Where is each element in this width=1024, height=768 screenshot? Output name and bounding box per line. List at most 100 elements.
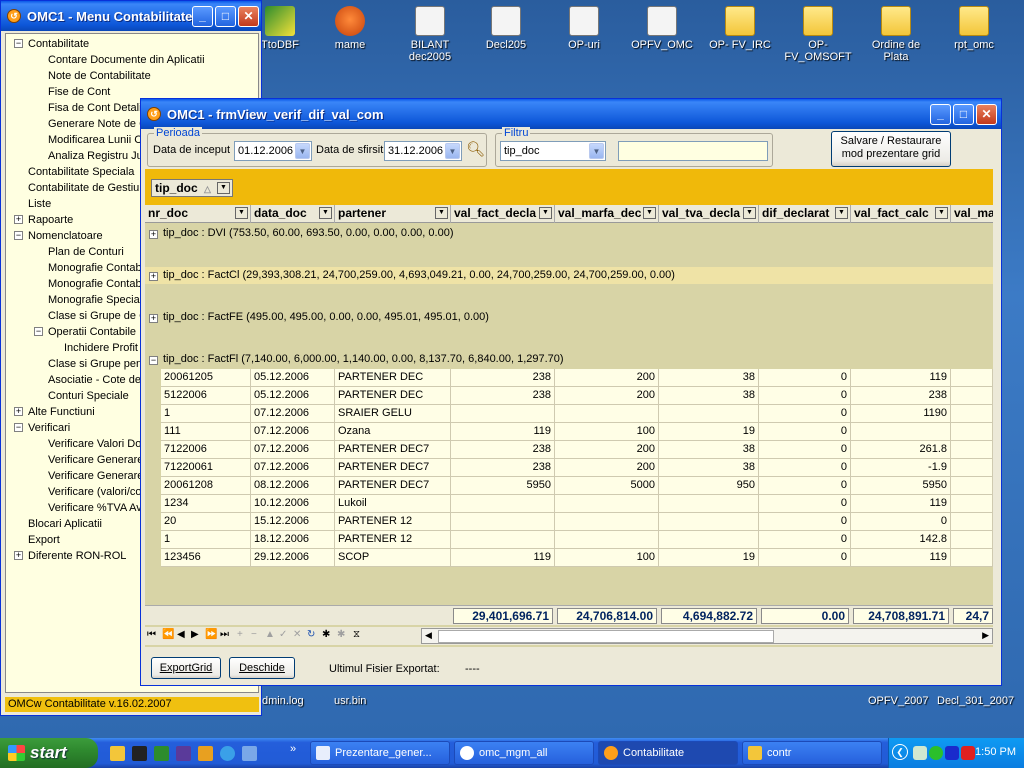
export-grid-button[interactable]: ExportGrid xyxy=(151,657,221,679)
filter-icon[interactable]: ⧖ xyxy=(353,629,360,640)
delete-icon[interactable]: − xyxy=(251,629,257,640)
table-cell[interactable]: 1190 xyxy=(851,405,951,423)
table-cell[interactable]: 200 xyxy=(555,441,659,459)
tree-item[interactable]: Contare Documente din Aplicatii xyxy=(48,53,205,67)
table-cell[interactable]: 29.12.2006 xyxy=(251,549,335,567)
table-cell[interactable]: 950 xyxy=(659,477,759,495)
table-cell[interactable]: 119 xyxy=(851,549,951,567)
table-cell[interactable] xyxy=(951,423,993,441)
column-header[interactable]: partener ▼ xyxy=(335,205,451,223)
menu-window-titlebar[interactable]: ↺ OMC1 - Menu Contabilitate _ □ ✕ xyxy=(1,1,261,31)
tree-item[interactable]: Contabilitate de Gestiune xyxy=(28,181,152,195)
filter-field-select[interactable]: tip_doc ▼ xyxy=(500,141,606,161)
tree-item[interactable]: Monografie Contabila xyxy=(48,261,153,275)
scroll-right-icon[interactable]: ▶ xyxy=(982,630,989,641)
table-cell[interactable]: PARTENER DEC xyxy=(335,387,451,405)
table-row[interactable]: 71220061 07.12.2006 PARTENER DEC7 238 200 38 0… xyxy=(145,459,993,477)
table-cell[interactable] xyxy=(451,495,555,513)
table-cell[interactable] xyxy=(951,459,993,477)
tree-item[interactable]: + Alte Functiuni xyxy=(14,405,95,419)
table-cell[interactable]: 0 xyxy=(759,387,851,405)
post-icon[interactable]: ✓ xyxy=(279,629,287,640)
maximize-button[interactable]: □ xyxy=(953,104,974,125)
table-cell[interactable]: 100 xyxy=(555,423,659,441)
table-row[interactable]: 5122006 05.12.2006 PARTENER DEC 238 200 38 0 23… xyxy=(145,387,993,405)
bookmark-icon[interactable]: ✱ xyxy=(322,629,330,640)
table-cell[interactable]: 119 xyxy=(851,369,951,387)
chevron-down-icon[interactable]: ▼ xyxy=(435,207,448,219)
collapse-icon[interactable]: − xyxy=(14,231,23,240)
table-cell[interactable]: 0 xyxy=(759,495,851,513)
table-cell[interactable]: 0 xyxy=(759,369,851,387)
goto-bookmark-icon[interactable]: ✱ xyxy=(337,629,345,640)
collapse-icon[interactable]: − xyxy=(14,423,23,432)
desktop-label-opfv-2007[interactable]: OPFV_2007 xyxy=(868,695,929,707)
internet-explorer-icon[interactable] xyxy=(220,746,235,761)
chevron-double-right-icon[interactable]: » xyxy=(290,743,296,755)
table-cell[interactable]: 119 xyxy=(451,423,555,441)
expand-icon[interactable]: + xyxy=(14,407,23,416)
tree-item[interactable]: Export xyxy=(28,533,60,547)
table-cell[interactable]: 5122006 xyxy=(161,387,251,405)
filter-value-input[interactable] xyxy=(618,141,768,161)
desktop-icon-op-uri[interactable]: OP-uri xyxy=(548,6,620,51)
desktop-icon-opfv-omc[interactable]: OPFV_OMC xyxy=(626,6,698,51)
table-row[interactable]: 1234 10.12.2006 Lukoil 0 119 xyxy=(145,495,993,513)
table-row[interactable]: 111 07.12.2006 Ozana 119 100 19 0 xyxy=(145,423,993,441)
scroll-left-icon[interactable]: ◀ xyxy=(425,630,432,641)
table-cell[interactable]: PARTENER 12 xyxy=(335,513,451,531)
table-cell[interactable]: 238 xyxy=(451,387,555,405)
table-cell[interactable]: 5950 xyxy=(451,477,555,495)
table-row[interactable]: 1 18.12.2006 PARTENER 12 0 142.8 xyxy=(145,531,993,549)
table-cell[interactable]: 0 xyxy=(759,441,851,459)
chevron-down-icon[interactable]: ▼ xyxy=(445,143,460,159)
table-cell[interactable] xyxy=(555,405,659,423)
table-cell[interactable]: 07.12.2006 xyxy=(251,459,335,477)
tree-item[interactable]: Monografie Contabila xyxy=(48,277,153,291)
task-prezentare[interactable]: Prezentare_gener... xyxy=(310,741,450,765)
tree-item[interactable]: Conturi Speciale xyxy=(48,389,129,403)
refresh-icon[interactable]: ↻ xyxy=(307,629,315,640)
main-window-titlebar[interactable]: ↺ OMC1 - frmView_verif_dif_val_com _ □ ✕ xyxy=(141,99,1001,129)
table-cell[interactable] xyxy=(659,513,759,531)
table-cell[interactable]: Lukoil xyxy=(335,495,451,513)
table-cell[interactable]: 19 xyxy=(659,549,759,567)
folder-icon[interactable] xyxy=(110,746,125,761)
desktop-label-dmin-log[interactable]: dmin.log xyxy=(262,695,304,707)
table-cell[interactable]: 38 xyxy=(659,441,759,459)
table-cell[interactable]: 0 xyxy=(759,459,851,477)
table-cell[interactable]: 08.12.2006 xyxy=(251,477,335,495)
column-header[interactable]: dif_declarat ▼ xyxy=(759,205,851,223)
table-cell[interactable]: 18.12.2006 xyxy=(251,531,335,549)
chevron-down-icon[interactable]: ▼ xyxy=(935,207,948,219)
column-header[interactable]: val_fact_calc ▼ xyxy=(851,205,951,223)
desktop-icon-op-fv-omsoft[interactable]: OP- FV_OMSOFT xyxy=(782,6,854,63)
tree-item[interactable]: Verificare Generare xyxy=(48,453,143,467)
desktop-label-decl-301-2007[interactable]: Decl_301_2007 xyxy=(937,695,1014,707)
tree-item[interactable]: Verificare (valori/cont) xyxy=(48,485,154,499)
table-cell[interactable] xyxy=(555,531,659,549)
app-icon[interactable] xyxy=(242,746,257,761)
horizontal-scrollbar[interactable]: ◀ ▶ xyxy=(421,628,993,644)
table-cell[interactable]: 111 xyxy=(161,423,251,441)
tree-item[interactable]: + Diferente RON-ROL xyxy=(14,549,126,563)
table-cell[interactable] xyxy=(555,495,659,513)
table-cell[interactable]: 100 xyxy=(555,549,659,567)
table-cell[interactable] xyxy=(951,441,993,459)
prev-record-icon[interactable]: ◀ xyxy=(177,629,185,640)
table-cell[interactable] xyxy=(951,549,993,567)
collapse-icon[interactable]: − xyxy=(149,356,158,365)
end-date-field[interactable]: 31.12.2006 ▼ xyxy=(384,141,462,161)
table-cell[interactable]: 71220061 xyxy=(161,459,251,477)
table-cell[interactable]: 261.8 xyxy=(851,441,951,459)
group-by-chip[interactable]: tip_doc △ ▼ xyxy=(151,179,233,197)
table-cell[interactable]: 123456 xyxy=(161,549,251,567)
table-cell[interactable]: 20061208 xyxy=(161,477,251,495)
tree-item[interactable]: − Verificari xyxy=(14,421,70,435)
table-cell[interactable]: 0 xyxy=(759,477,851,495)
chevron-left-icon[interactable]: ❮ xyxy=(892,744,908,760)
table-cell[interactable]: SCOP xyxy=(335,549,451,567)
tray-media-icon[interactable] xyxy=(945,746,959,760)
table-cell[interactable]: 0 xyxy=(759,423,851,441)
desktop-icon-bilant[interactable]: BILANT dec2005 xyxy=(394,6,466,63)
